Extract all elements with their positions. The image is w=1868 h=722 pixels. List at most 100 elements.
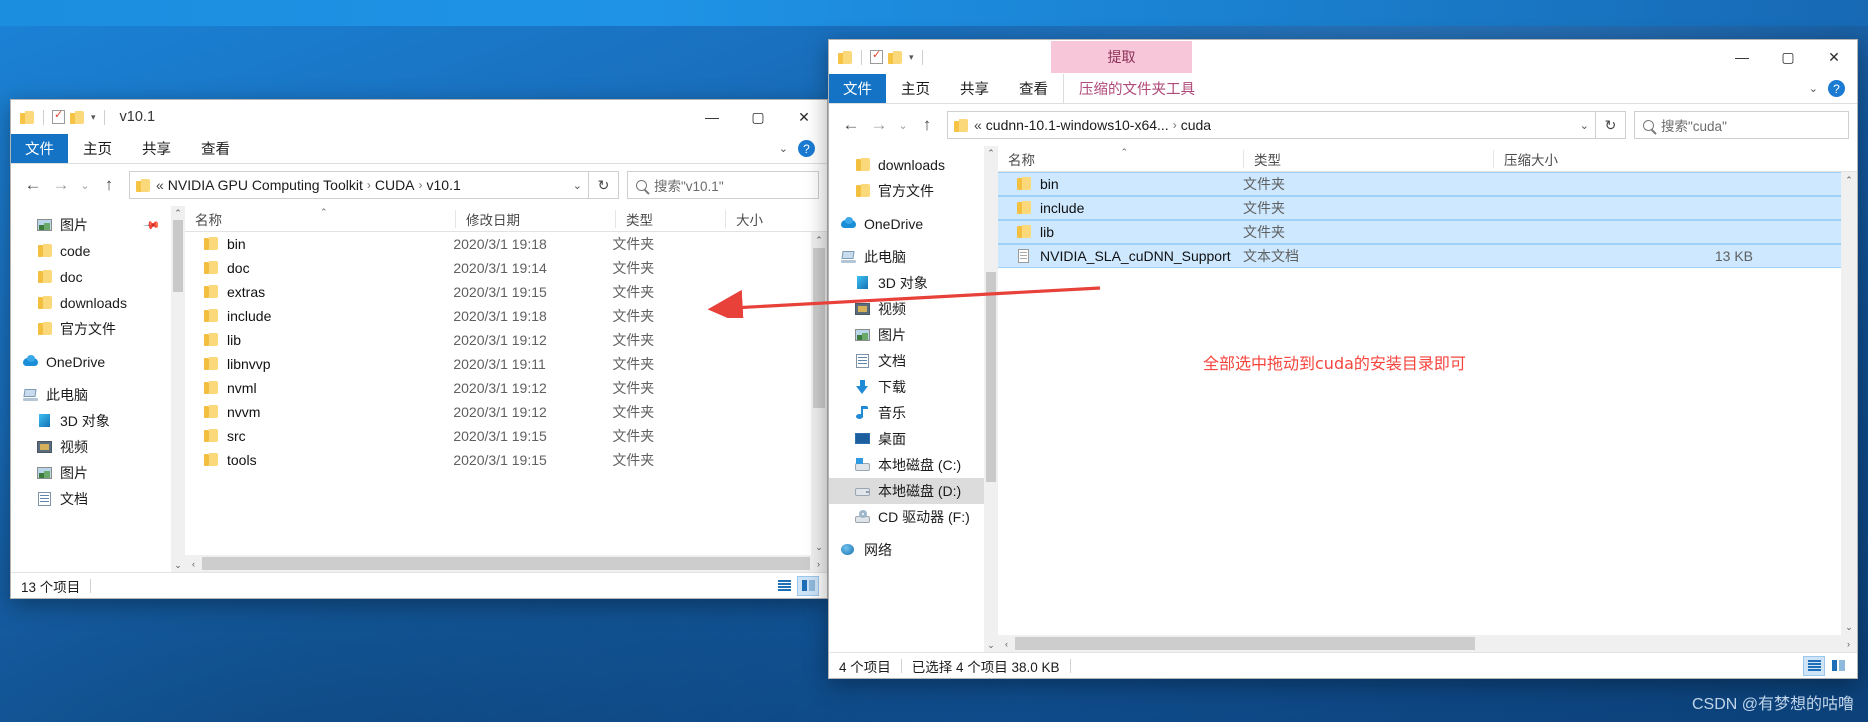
nav-item-[interactable]: 此电脑 bbox=[829, 244, 984, 270]
nav-item-code[interactable]: code bbox=[11, 238, 171, 264]
table-row[interactable]: include 2020/3/1 19:18 文件夹 bbox=[185, 304, 811, 328]
nav-item-downloads[interactable]: downloads bbox=[11, 290, 171, 316]
forward-button[interactable]: → bbox=[865, 110, 893, 140]
recent-locations-button[interactable]: ⌄ bbox=[893, 110, 913, 140]
left-window-controls[interactable]: — ▢ ✕ bbox=[689, 100, 827, 134]
nav-item-[interactable]: 文档 bbox=[11, 486, 171, 512]
address-dropdown-icon[interactable]: ⌄ bbox=[1570, 119, 1589, 132]
column-header-类型[interactable]: 类型 bbox=[1243, 149, 1493, 168]
tab-share[interactable]: 共享 bbox=[127, 134, 186, 163]
hscroll-thumb[interactable] bbox=[202, 557, 810, 570]
help-icon[interactable]: ? bbox=[798, 140, 815, 157]
right-file-rows[interactable]: 全部选中拖动到cuda的安装目录即可 bin 文件夹 include 文件夹 lib 文件… bbox=[998, 172, 1841, 635]
search-input[interactable]: 搜索"v10.1" bbox=[627, 171, 819, 199]
table-row[interactable]: tools 2020/3/1 19:15 文件夹 bbox=[185, 448, 811, 472]
right-quick-access-toolbar[interactable]: ▾ bbox=[829, 48, 926, 65]
left-view-toggles[interactable] bbox=[773, 575, 827, 596]
ribbon-collapse-icon[interactable]: ⌄ bbox=[779, 142, 788, 155]
nav-item-onedrive[interactable]: OneDrive bbox=[11, 349, 171, 375]
explorer-window-v10-1[interactable]: ▾ v10.1 — ▢ ✕ 文件 主页 共享 查看 ⌄ ? ← → ⌄ ↑ « … bbox=[10, 99, 828, 599]
column-header-类型[interactable]: 类型 bbox=[615, 209, 725, 228]
nav-scroll-thumb[interactable] bbox=[986, 272, 996, 482]
nav-item-[interactable]: 下载 bbox=[829, 374, 984, 400]
breadcrumb-item-0[interactable]: cudnn-10.1-windows10-x64... bbox=[986, 117, 1169, 133]
hscroll-right-icon[interactable]: › bbox=[1840, 639, 1857, 649]
table-row[interactable]: lib 2020/3/1 19:12 文件夹 bbox=[185, 328, 811, 352]
list-scroll-up-icon[interactable]: ⌃ bbox=[815, 232, 823, 248]
table-row[interactable]: libnvvp 2020/3/1 19:11 文件夹 bbox=[185, 352, 811, 376]
nav-item-[interactable]: 官方文件 bbox=[11, 316, 171, 342]
folder-icon[interactable] bbox=[838, 50, 853, 64]
up-button[interactable]: ↑ bbox=[95, 170, 123, 200]
close-button[interactable]: ✕ bbox=[781, 100, 827, 134]
tab-file[interactable]: 文件 bbox=[11, 134, 68, 163]
new-folder-icon[interactable] bbox=[888, 50, 903, 64]
table-row[interactable]: nvvm 2020/3/1 19:12 文件夹 bbox=[185, 400, 811, 424]
table-row[interactable]: NVIDIA_SLA_cuDNN_Support 文本文档 13 KB bbox=[998, 244, 1841, 268]
column-header-修改日期[interactable]: 修改日期 bbox=[455, 209, 615, 228]
folder-icon[interactable] bbox=[20, 110, 35, 124]
left-quick-access-toolbar[interactable]: ▾ bbox=[11, 108, 108, 125]
left-navigation-pane[interactable]: 图片 📌 code doc downloads 官方文件 OneDrive 此电脑 3D 对象视… bbox=[11, 206, 171, 572]
nav-scroll-up-icon[interactable]: ⌃ bbox=[987, 146, 995, 160]
list-scroll-down-icon[interactable]: ⌄ bbox=[1845, 619, 1853, 635]
hscroll-left-icon[interactable]: ‹ bbox=[998, 639, 1015, 649]
right-contextual-tab-banner[interactable]: 提取 bbox=[1051, 41, 1192, 73]
nav-scroll-down-icon[interactable]: ⌄ bbox=[174, 558, 182, 572]
left-titlebar[interactable]: ▾ v10.1 — ▢ ✕ bbox=[11, 100, 827, 134]
tab-home[interactable]: 主页 bbox=[68, 134, 127, 163]
minimize-button[interactable]: — bbox=[689, 100, 735, 134]
chevron-down-icon[interactable]: ▾ bbox=[91, 112, 96, 123]
nav-item-[interactable]: 文档 bbox=[829, 348, 984, 374]
nav-item-onedrive[interactable]: OneDrive bbox=[829, 211, 984, 237]
column-header-压缩大小[interactable]: 压缩大小 bbox=[1493, 149, 1753, 168]
nav-scroll-up-icon[interactable]: ⌃ bbox=[174, 206, 182, 220]
chevron-down-icon[interactable]: ▾ bbox=[909, 52, 914, 63]
right-window-controls[interactable]: — ▢ ✕ bbox=[1719, 40, 1857, 74]
nav-item-3d[interactable]: 3D 对象 bbox=[829, 270, 984, 296]
tab-view[interactable]: 查看 bbox=[186, 134, 245, 163]
left-list-scrollbar[interactable]: ⌃ ⌄ bbox=[811, 232, 827, 555]
breadcrumb-overflow[interactable]: « bbox=[974, 117, 982, 133]
pin-icon[interactable]: 📌 bbox=[143, 216, 162, 234]
nav-item-3d[interactable]: 3D 对象 bbox=[11, 408, 171, 434]
search-input[interactable]: 搜索"cuda" bbox=[1634, 111, 1849, 139]
table-row[interactable]: src 2020/3/1 19:15 文件夹 bbox=[185, 424, 811, 448]
left-file-rows[interactable]: bin 2020/3/1 19:18 文件夹 doc 2020/3/1 19:14 文件夹… bbox=[185, 232, 811, 555]
right-horizontal-scrollbar[interactable]: ‹ › bbox=[998, 635, 1857, 652]
breadcrumb-bar[interactable]: « cudnn-10.1-windows10-x64... › cuda ⌄ bbox=[947, 111, 1596, 139]
back-button[interactable]: ← bbox=[837, 110, 865, 140]
breadcrumb-overflow[interactable]: « bbox=[156, 177, 164, 193]
up-button[interactable]: ↑ bbox=[913, 110, 941, 140]
tiles-view-icon[interactable] bbox=[1827, 656, 1849, 676]
properties-icon[interactable] bbox=[52, 108, 65, 124]
explorer-window-cuda[interactable]: ▾ cuda — ▢ ✕ 文件 主页 共享 查看 压缩的文件夹工具 ⌄ ? ← … bbox=[828, 39, 1858, 679]
refresh-button[interactable]: ↻ bbox=[589, 171, 619, 199]
table-row[interactable]: bin 文件夹 bbox=[998, 172, 1841, 196]
details-view-icon[interactable] bbox=[773, 576, 795, 596]
left-horizontal-scrollbar[interactable]: ‹ › bbox=[185, 555, 827, 572]
nav-item-cdf[interactable]: CD 驱动器 (F:) bbox=[829, 504, 984, 530]
right-address-bar[interactable]: ← → ⌄ ↑ « cudnn-10.1-windows10-x64... › … bbox=[829, 104, 1857, 146]
properties-icon[interactable] bbox=[870, 48, 883, 64]
address-dropdown-icon[interactable]: ⌄ bbox=[563, 179, 582, 192]
list-scroll-up-icon[interactable]: ⌃ bbox=[1845, 172, 1853, 188]
right-titlebar[interactable]: ▾ cuda — ▢ ✕ bbox=[829, 40, 1857, 74]
tab-view[interactable]: 查看 bbox=[1004, 74, 1063, 103]
table-row[interactable]: bin 2020/3/1 19:18 文件夹 bbox=[185, 232, 811, 256]
tab-home[interactable]: 主页 bbox=[886, 74, 945, 103]
new-folder-icon[interactable] bbox=[70, 110, 85, 124]
nav-item-d[interactable]: 本地磁盘 (D:) bbox=[829, 478, 984, 504]
nav-scroll-down-icon[interactable]: ⌄ bbox=[987, 638, 995, 652]
left-nav-scrollbar[interactable]: ⌃ ⌄ bbox=[171, 206, 185, 572]
help-icon[interactable]: ? bbox=[1828, 80, 1845, 97]
table-row[interactable]: lib 文件夹 bbox=[998, 220, 1841, 244]
table-row[interactable]: doc 2020/3/1 19:14 文件夹 bbox=[185, 256, 811, 280]
tab-share[interactable]: 共享 bbox=[945, 74, 1004, 103]
nav-item-[interactable]: 图片 📌 bbox=[11, 212, 171, 238]
right-column-headers[interactable]: 名称 类型 压缩大小 ⌃ bbox=[998, 146, 1857, 172]
minimize-button[interactable]: — bbox=[1719, 40, 1765, 74]
right-navigation-pane[interactable]: downloads 官方文件 OneDrive 此电脑 3D 对象 视频 图片 文档 下载 音乐桌… bbox=[829, 146, 984, 652]
nav-item-[interactable]: 视频 bbox=[11, 434, 171, 460]
right-ribbon-tabs[interactable]: 文件 主页 共享 查看 压缩的文件夹工具 ⌄ ? bbox=[829, 74, 1857, 104]
